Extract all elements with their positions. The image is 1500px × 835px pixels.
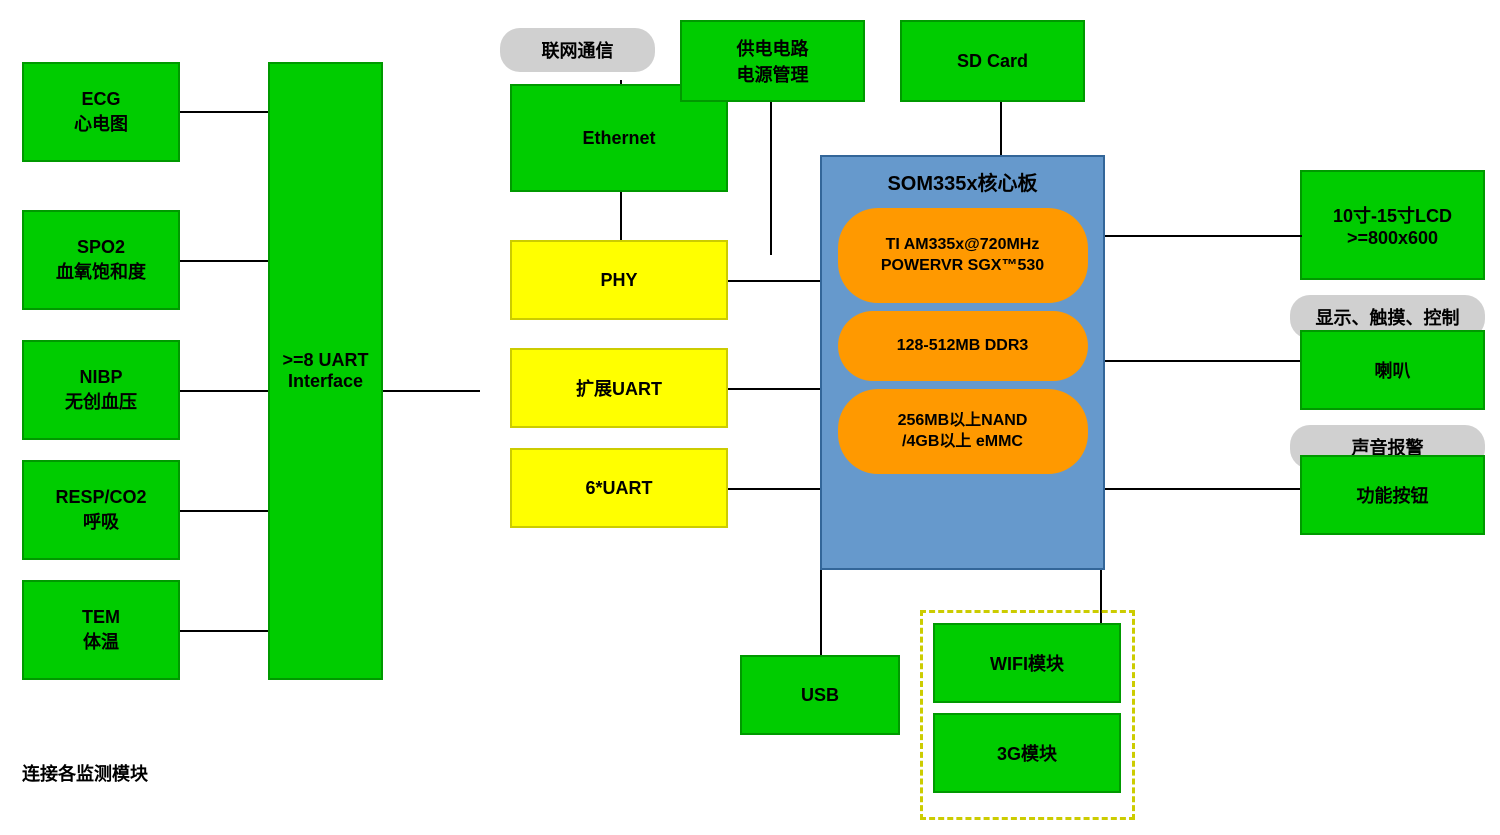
tem-box: TEM 体温 xyxy=(22,580,180,680)
ecg-box: ECG 心电图 xyxy=(22,62,180,162)
line-resp-uart xyxy=(178,510,268,512)
resp-box: RESP/CO2 呼吸 xyxy=(22,460,180,560)
usb-box: USB xyxy=(740,655,900,735)
nibp-box: NIBP 无创血压 xyxy=(22,340,180,440)
line-central-funcbtn xyxy=(1100,488,1300,490)
line-lcd-end xyxy=(1300,235,1302,237)
line-nibp-uart xyxy=(178,390,268,392)
spo2-box: SPO2 血氧饱和度 xyxy=(22,210,180,310)
diagram: ECG 心电图 SPO2 血氧饱和度 NIBP 无创血压 RESP/CO2 呼吸… xyxy=(0,0,1500,835)
pill3: 256MB以上NAND /4GB以上 eMMC xyxy=(838,389,1088,474)
line-uart-central-h xyxy=(380,390,480,392)
lcd-box: 10寸-15寸LCD >=800x600 xyxy=(1300,170,1485,280)
line-eth-phy-v xyxy=(620,191,622,241)
g3-box: 3G模块 xyxy=(933,713,1121,793)
wifi-box: WIFI模块 xyxy=(933,623,1121,703)
power-box: 供电电路 电源管理 xyxy=(680,20,865,102)
line-6uart-central xyxy=(720,488,820,490)
line-central-speaker xyxy=(1100,360,1300,362)
line-spo2-uart xyxy=(178,260,268,262)
speaker-box: 喇叭 xyxy=(1300,330,1485,410)
sdcard-box: SD Card xyxy=(900,20,1085,102)
line-ecg-uart xyxy=(178,111,268,113)
line-power-central xyxy=(770,100,772,255)
ext-uart-box: 扩展UART xyxy=(510,348,728,428)
uart-interface-box: >=8 UART Interface xyxy=(268,62,383,680)
func-btn-box: 功能按钮 xyxy=(1300,455,1485,535)
line-central-usb-v xyxy=(820,565,822,655)
central-box: SOM335x核心板 TI AM335x@720MHz POWERVR SGX™… xyxy=(820,155,1105,570)
phy-box: PHY xyxy=(510,240,728,320)
pill2: 128-512MB DDR3 xyxy=(838,311,1088,381)
line-central-lcd xyxy=(1100,235,1300,237)
bottom-label: 连接各监测模块 xyxy=(22,760,148,786)
line-phy-central xyxy=(720,280,820,282)
wireless-container: WIFI模块 3G模块 xyxy=(920,610,1135,820)
line-extuart-central xyxy=(720,388,820,390)
network-label: 联网通信 xyxy=(500,28,655,72)
pill1: TI AM335x@720MHz POWERVR SGX™530 xyxy=(838,208,1088,303)
line-tem-uart xyxy=(178,630,268,632)
central-title: SOM335x核心板 xyxy=(887,167,1037,196)
uart6-box: 6*UART xyxy=(510,448,728,528)
